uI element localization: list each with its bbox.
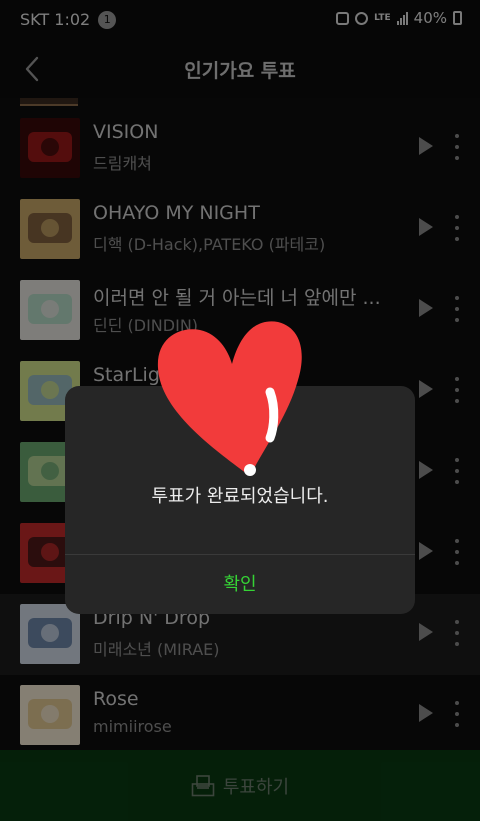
confirm-button[interactable]: 확인	[65, 555, 415, 614]
heart-sticker-icon	[157, 321, 302, 476]
dialog-message: 투표가 완료되었습니다.	[151, 486, 329, 507]
